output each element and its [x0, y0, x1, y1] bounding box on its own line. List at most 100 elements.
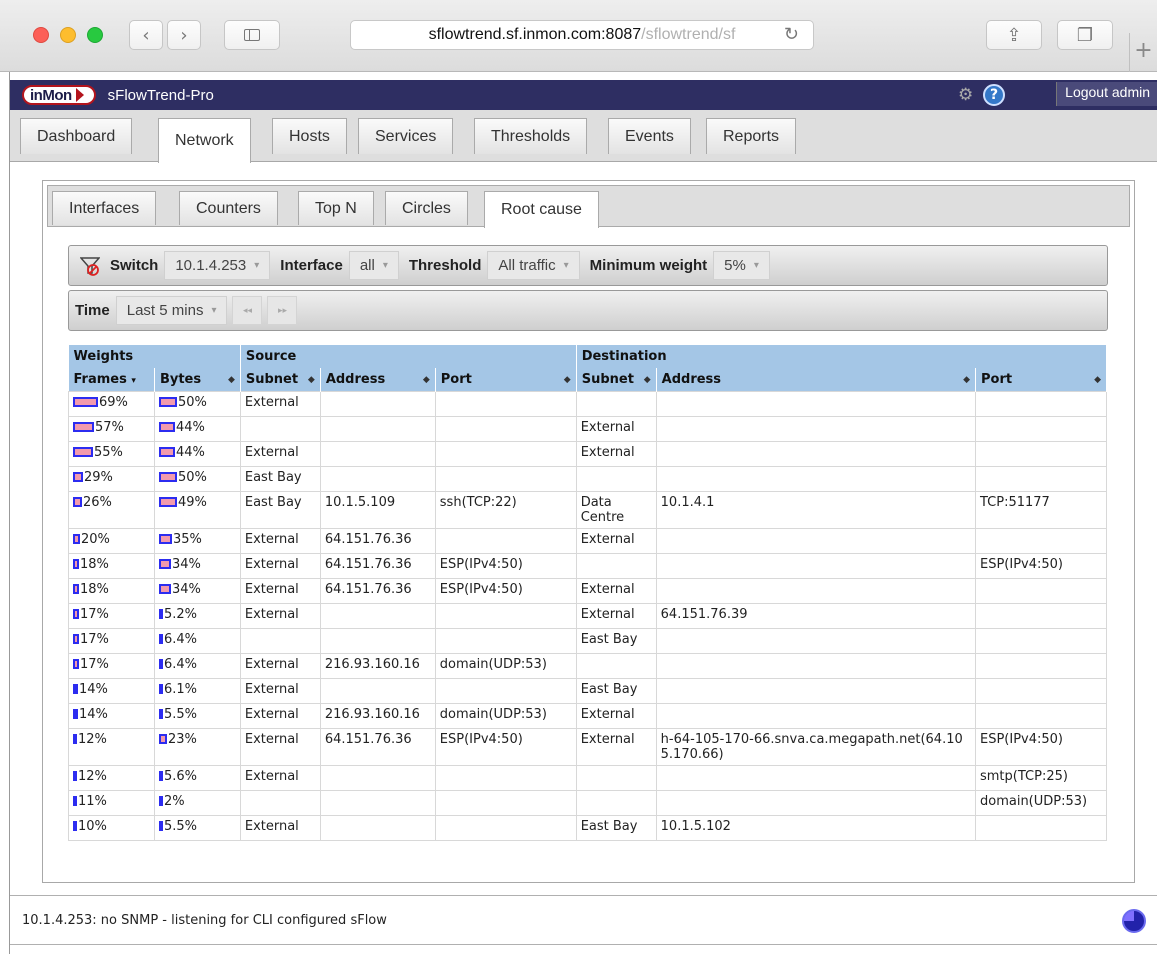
- app-titlebar: inMon sFlowTrend-Pro ⚙ ? Logout admin: [10, 80, 1157, 110]
- dest-subnet-cell: External: [575, 602, 657, 629]
- dest-subnet-cell: East Bay: [575, 627, 657, 654]
- table-row[interactable]: 18% 34% External 64.151.76.36 ESP(IPv4:50) ES…: [68, 552, 1107, 579]
- dest-address-cell: 64.151.76.39: [655, 602, 977, 629]
- frames-cell: 12%: [68, 764, 155, 791]
- table-row[interactable]: 12% 5.6% External smtp(TCP:25): [68, 764, 1107, 791]
- dest-address-cell: [655, 652, 977, 679]
- close-window-button[interactable]: [33, 27, 49, 43]
- dest-address-cell: [655, 764, 977, 791]
- share-button[interactable]: ⇪: [986, 20, 1042, 50]
- source-port-cell: [434, 527, 577, 554]
- time-back-button[interactable]: ◂◂: [232, 296, 263, 325]
- new-tab-button[interactable]: +: [1129, 33, 1157, 72]
- logout-button[interactable]: Logout admin: [1056, 82, 1157, 106]
- source-port-column-header[interactable]: Port ◆: [435, 368, 577, 391]
- source-subnet-column-header[interactable]: Subnet ◆: [240, 368, 321, 391]
- help-icon[interactable]: ?: [983, 84, 1005, 106]
- back-button[interactable]: ‹: [129, 20, 163, 50]
- dest-port-column-header[interactable]: Port ◆: [975, 368, 1107, 391]
- forward-button[interactable]: ›: [167, 20, 201, 50]
- tab-root-cause[interactable]: Root cause: [484, 191, 599, 228]
- dest-subnet-cell: External: [575, 577, 657, 604]
- time-select[interactable]: Last 5 mins ▾: [115, 296, 228, 325]
- table-row[interactable]: 57% 44% External: [68, 415, 1107, 442]
- bytes-cell-value: 23%: [167, 731, 197, 747]
- tab-thresholds[interactable]: Thresholds: [474, 118, 588, 154]
- tab-circles[interactable]: Circles: [385, 191, 468, 225]
- sub-tab-bar: Interfaces Counters Top N Circles Root c…: [47, 185, 1130, 228]
- interface-select[interactable]: all ▾: [348, 251, 399, 280]
- table-row[interactable]: 55% 44% External External: [68, 440, 1107, 467]
- source-address-cell: [319, 627, 436, 654]
- dest-subnet-cell: [575, 465, 657, 492]
- tab-reports[interactable]: Reports: [706, 118, 797, 154]
- tab-services[interactable]: Services: [358, 118, 454, 154]
- weight-bar: [73, 708, 78, 719]
- table-row[interactable]: 11% 2% domain(UDP:53): [68, 789, 1107, 816]
- minimize-window-button[interactable]: [60, 27, 76, 43]
- source-port-cell: [434, 789, 577, 816]
- zoom-window-button[interactable]: [87, 27, 103, 43]
- tabs-overview-button[interactable]: ❐: [1057, 20, 1113, 50]
- source-subnet-cell: [239, 789, 321, 816]
- dest-address-cell: [655, 702, 977, 729]
- source-address-column-header[interactable]: Address ◆: [320, 368, 436, 391]
- table-row[interactable]: 17% 6.4% East Bay: [68, 627, 1107, 654]
- bytes-column-header[interactable]: Bytes ◆: [154, 368, 241, 391]
- source-address-cell: 64.151.76.36: [319, 552, 436, 579]
- frames-cell: 14%: [68, 677, 155, 704]
- weight-bar: [158, 421, 175, 432]
- time-forward-button[interactable]: ▸▸: [267, 296, 298, 325]
- weight-bar: [158, 708, 163, 719]
- minimum-weight-select[interactable]: 5% ▾: [713, 251, 770, 280]
- reload-icon[interactable]: ↻: [784, 24, 799, 45]
- table-row[interactable]: 17% 6.4% External 216.93.160.16 domain(UDP:5…: [68, 652, 1107, 679]
- tab-hosts[interactable]: Hosts: [272, 118, 347, 154]
- weight-bar: [73, 558, 79, 569]
- dest-address-cell: h-64-105-170-66.snva.ca.megapath.net(64.…: [655, 727, 977, 766]
- dest-address-cell: 10.1.4.1: [655, 490, 977, 529]
- dest-subnet-cell: [575, 764, 657, 791]
- weight-bar: [73, 496, 82, 507]
- settings-gear-icon[interactable]: ⚙: [958, 85, 973, 105]
- tab-dashboard[interactable]: Dashboard: [20, 118, 133, 154]
- switch-select[interactable]: 10.1.4.253 ▾: [164, 251, 271, 280]
- bytes-cell-value: 35%: [172, 531, 202, 547]
- source-address-cell: [319, 440, 436, 467]
- tab-network[interactable]: Network: [158, 118, 251, 163]
- tab-counters[interactable]: Counters: [179, 191, 278, 225]
- table-row[interactable]: 12% 23% External 64.151.76.36 ESP(IPv4:50) Ex…: [68, 727, 1107, 766]
- network-panel: Interfaces Counters Top N Circles Root c…: [42, 180, 1135, 883]
- status-text: 10.1.4.253: no SNMP - listening for CLI …: [22, 912, 387, 928]
- table-row[interactable]: 26% 49% East Bay 10.1.5.109 ssh(TCP:22) Data …: [68, 490, 1107, 529]
- frames-cell: 55%: [68, 440, 155, 467]
- frames-column-header[interactable]: Frames ▾: [68, 368, 155, 391]
- table-row[interactable]: 14% 5.5% External 216.93.160.16 domain(UDP:5…: [68, 702, 1107, 729]
- table-row[interactable]: 17% 5.2% External External 64.151.76.39: [68, 602, 1107, 629]
- source-port-cell: [434, 627, 577, 654]
- frames-cell: 17%: [68, 627, 155, 654]
- table-row[interactable]: 18% 34% External 64.151.76.36 ESP(IPv4:50) Ex…: [68, 577, 1107, 604]
- frames-cell-value: 17%: [80, 606, 109, 622]
- destination-group-header: Destination: [576, 345, 1108, 368]
- source-port-cell: ESP(IPv4:50): [434, 727, 577, 766]
- frames-cell-value: 29%: [84, 469, 113, 485]
- table-row[interactable]: 20% 35% External 64.151.76.36 External: [68, 527, 1107, 554]
- sidebar-button[interactable]: [224, 20, 280, 50]
- tab-top-n[interactable]: Top N: [298, 191, 374, 225]
- source-address-cell: 10.1.5.109: [319, 490, 436, 529]
- table-row[interactable]: 69% 50% External: [68, 390, 1107, 417]
- address-bar[interactable]: sflowtrend.sf.inmon.com:8087/sflowtrend/…: [350, 20, 814, 50]
- clear-filter-icon[interactable]: [79, 256, 101, 276]
- dest-address-column-header[interactable]: Address ◆: [656, 368, 977, 391]
- table-row[interactable]: 29% 50% East Bay: [68, 465, 1107, 492]
- table-body: 69% 50% External 57% 44% External 55% 44% Extern…: [68, 390, 1107, 841]
- table-row[interactable]: 14% 6.1% External East Bay: [68, 677, 1107, 704]
- dest-subnet-column-header[interactable]: Subnet ◆: [576, 368, 657, 391]
- tab-events[interactable]: Events: [608, 118, 691, 154]
- weight-bar: [158, 471, 177, 482]
- source-subnet-cell: East Bay: [239, 490, 321, 529]
- threshold-select[interactable]: All traffic ▾: [487, 251, 580, 280]
- table-row[interactable]: 10% 5.5% External East Bay 10.1.5.102: [68, 814, 1107, 841]
- tab-interfaces[interactable]: Interfaces: [52, 191, 157, 225]
